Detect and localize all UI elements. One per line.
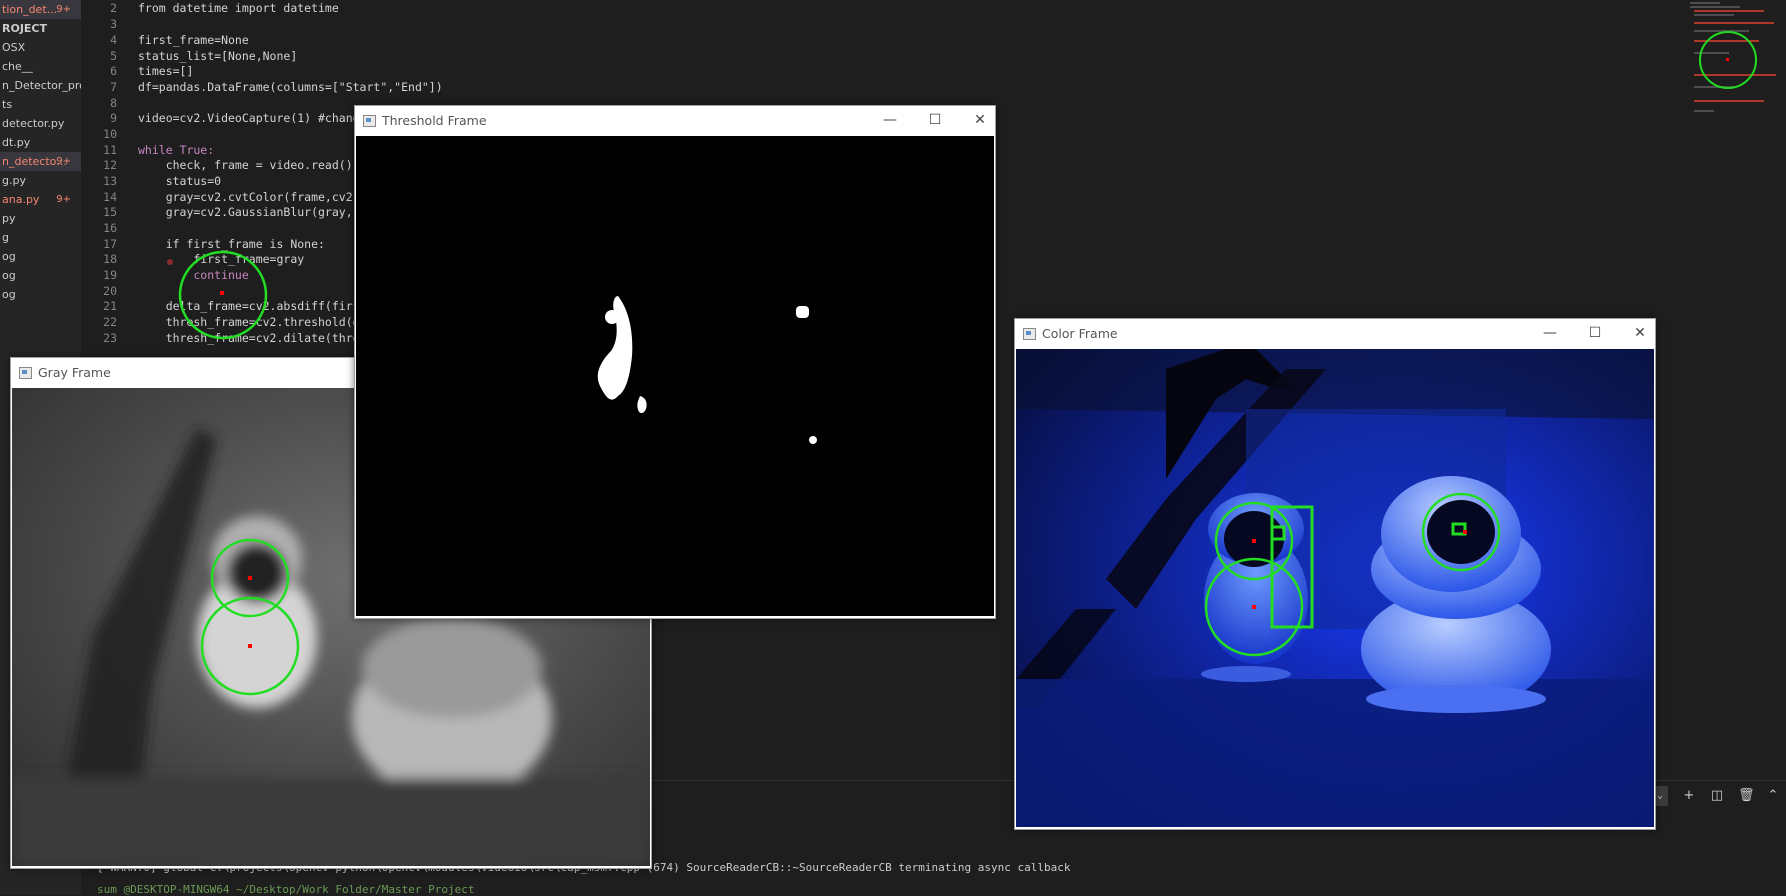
sidebar-item-label: og xyxy=(2,288,16,301)
window-titlebar[interactable]: Color Frame — ☐ ✕ xyxy=(1015,319,1655,349)
sidebar-item-og-2[interactable]: og xyxy=(0,266,81,285)
sidebar-item-label: ROJECT xyxy=(2,22,48,35)
sidebar-item-label: og xyxy=(2,269,16,282)
line-number: 15 xyxy=(103,205,117,219)
sidebar-item-label: OSX xyxy=(2,41,26,54)
sidebar-item-osx[interactable]: OSX xyxy=(0,38,81,57)
line-number: 20 xyxy=(103,284,117,298)
add-terminal-icon[interactable]: + xyxy=(1682,789,1696,803)
line-number: 13 xyxy=(103,174,117,188)
window-app-icon xyxy=(363,115,376,127)
sidebar-item-g[interactable]: g xyxy=(0,228,81,247)
line-number: 21 xyxy=(103,299,117,313)
centroid-dot xyxy=(1726,58,1729,61)
window-app-icon xyxy=(19,367,32,379)
sidebar-item-label: og xyxy=(2,250,16,263)
minimize-button[interactable]: — xyxy=(1535,323,1565,343)
minimap[interactable] xyxy=(1686,0,1786,130)
line-number: 22 xyxy=(103,315,117,329)
color-frame-window[interactable]: Color Frame — ☐ ✕ xyxy=(1014,318,1656,830)
code-text: while True: xyxy=(138,143,215,157)
sidebar-item-detector-py[interactable]: detector.py xyxy=(0,114,81,133)
line-number: 19 xyxy=(103,268,117,282)
centroid-dot xyxy=(220,291,224,295)
trash-icon[interactable]: 🗑 xyxy=(1738,789,1755,803)
line-number: 9 xyxy=(110,111,117,125)
line-number: 17 xyxy=(103,237,117,251)
line-number: 14 xyxy=(103,190,117,204)
window-title: Threshold Frame xyxy=(382,113,487,128)
sidebar-item-g-py[interactable]: g.py xyxy=(0,171,81,190)
line-number: 12 xyxy=(103,158,117,172)
code-text: from datetime import datetime xyxy=(138,1,339,15)
line-number: 7 xyxy=(110,80,117,94)
close-button[interactable]: ✕ xyxy=(965,110,995,130)
code-text: status_list=[None,None] xyxy=(138,49,298,63)
sidebar-item-py[interactable]: py xyxy=(0,209,81,228)
sidebar-item-dt-py[interactable]: dt.py xyxy=(0,133,81,152)
window-titlebar[interactable]: Threshold Frame — ☐ ✕ xyxy=(355,106,995,136)
maximize-button[interactable]: ☐ xyxy=(920,110,950,130)
close-button[interactable]: ✕ xyxy=(1625,323,1655,343)
problem-badge: 9+ xyxy=(56,194,71,205)
line-number: 3 xyxy=(110,17,117,31)
sidebar-item-label: ts xyxy=(2,98,13,111)
line-number: 10 xyxy=(103,127,117,141)
sidebar-item-og-1[interactable]: og xyxy=(0,247,81,266)
sidebar-item-project[interactable]: ROJECT xyxy=(0,19,81,38)
sidebar-item-label: py xyxy=(2,212,16,225)
code-text: gray=cv2.cvtColor(frame,cv2.CO xyxy=(138,190,374,204)
window-title: Gray Frame xyxy=(38,365,111,380)
line-number: 5 xyxy=(110,49,117,63)
sidebar-item-open-file[interactable]: tion_det... 9+ xyxy=(0,0,81,19)
line-number: 23 xyxy=(103,331,117,345)
sidebar-item-label: n_Detector_prot xyxy=(2,79,81,92)
code-text: df=pandas.DataFrame(columns=["Start","En… xyxy=(138,80,443,94)
code-text: first_frame=None xyxy=(138,33,249,47)
problem-badge: 9+ xyxy=(56,156,71,167)
minimize-button[interactable]: — xyxy=(875,110,905,130)
sidebar-item-label: ana.py xyxy=(2,193,40,206)
sidebar-item-label: detector.py xyxy=(2,117,65,130)
line-number: 18 xyxy=(103,252,117,266)
line-number: 6 xyxy=(110,64,117,78)
sidebar-item-ts[interactable]: ts xyxy=(0,95,81,114)
minimap-detection-overlay xyxy=(1699,31,1757,89)
problem-badge: 9+ xyxy=(56,4,71,15)
terminal-prompt: sum @DESKTOP-MINGW64 ~/Desktop/Work Fold… xyxy=(97,883,475,896)
code-text: times=[] xyxy=(138,64,194,78)
sidebar-item-motion-detector[interactable]: n_detecto... 9+ xyxy=(0,152,81,171)
sidebar-item-detector-prot[interactable]: n_Detector_prot xyxy=(0,76,81,95)
code-text: video=cv2.VideoCapture(1) #change xyxy=(138,111,367,125)
line-number: 2 xyxy=(110,1,117,15)
window-app-icon xyxy=(1023,328,1036,340)
sidebar-item-pycache[interactable]: che__ xyxy=(0,57,81,76)
line-number: 16 xyxy=(103,221,117,235)
code-text: gray=cv2.GaussianBlur(gray,(21 xyxy=(138,205,374,219)
split-terminal-icon[interactable]: ◫ xyxy=(1710,789,1724,803)
sidebar-item-label: dt.py xyxy=(2,136,31,149)
sidebar-item-label: tion_det... xyxy=(2,3,58,16)
line-number: 4 xyxy=(110,33,117,47)
line-number: 8 xyxy=(110,96,117,110)
window-title: Color Frame xyxy=(1042,326,1118,341)
detection-circle-overlay xyxy=(178,250,268,340)
threshold-frame-image xyxy=(356,136,994,616)
terminal-toolbar: ⌄ + ◫ 🗑 ⌃ xyxy=(1652,784,1780,808)
color-frame-image xyxy=(1016,349,1654,827)
code-text: check, frame = video.read() xyxy=(138,158,353,172)
sidebar-item-label: che__ xyxy=(2,60,33,73)
threshold-frame-window[interactable]: Threshold Frame — ☐ ✕ xyxy=(354,105,996,619)
sidebar-item-label: g xyxy=(2,231,9,244)
sidebar-item-ana-py[interactable]: ana.py 9+ xyxy=(0,190,81,209)
line-number: 11 xyxy=(103,143,117,157)
chevron-up-icon[interactable]: ⌃ xyxy=(1766,789,1780,803)
code-text: status=0 xyxy=(138,174,222,188)
sidebar-item-label: g.py xyxy=(2,174,26,187)
maximize-button[interactable]: ☐ xyxy=(1580,323,1610,343)
sidebar-item-og-3[interactable]: og xyxy=(0,285,81,304)
